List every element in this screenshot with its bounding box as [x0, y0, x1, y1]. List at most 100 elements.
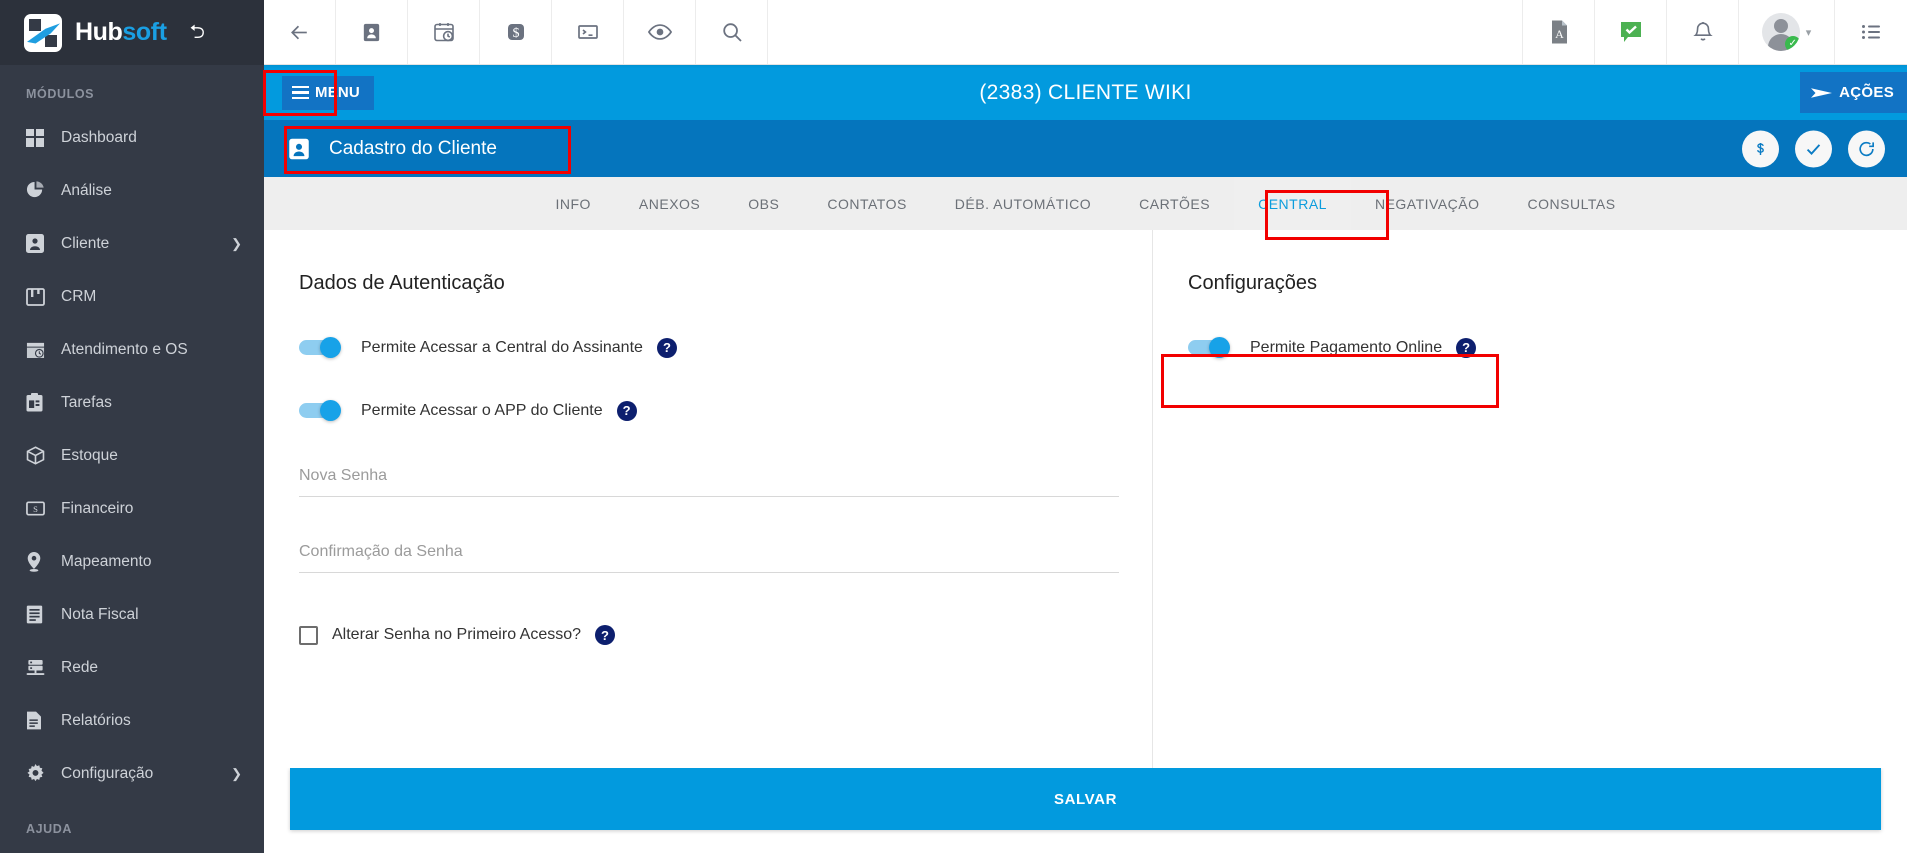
bell-icon[interactable]: [1667, 0, 1739, 64]
checkbox-label-alterar-senha: Alterar Senha no Primeiro Acesso?: [332, 626, 582, 643]
back-arrow-icon[interactable]: [264, 0, 336, 64]
toggle-row-app-cliente[interactable]: Permite Acessar o APP do Cliente ?: [299, 400, 637, 421]
svg-text:S: S: [33, 504, 38, 514]
brand-soft: soft: [122, 18, 167, 46]
toggle-central-assinante[interactable]: [299, 337, 347, 358]
toggle-row-pagamento-online[interactable]: Permite Pagamento Online ?: [1188, 337, 1477, 358]
tab-consultas[interactable]: CONSULTAS: [1504, 177, 1640, 230]
tab-bar: INFO ANEXOS OBS CONTATOS DÉB. AUTOMÁTICO CART…: [264, 177, 1907, 230]
toggle-row-central-assinante[interactable]: Permite Acessar a Central do Assinante ?: [299, 337, 677, 358]
tab-label: NEGATIVAÇÃO: [1374, 195, 1480, 212]
tab-anexos[interactable]: ANEXOS: [615, 177, 724, 230]
new-password-field[interactable]: [299, 467, 1119, 497]
toggle-label-pagamento-online: Permite Pagamento Online: [1250, 338, 1443, 356]
sidebar-item-nota-fiscal[interactable]: Nota Fiscal: [0, 588, 264, 641]
sidebar-item-label: Atendimento e OS: [61, 340, 188, 358]
sidebar-item-atendimento-e-os[interactable]: Atendimento e OS: [0, 323, 264, 376]
tab-label: CONSULTAS: [1527, 195, 1616, 212]
sidebar-item-tarefas[interactable]: Tarefas: [0, 376, 264, 429]
chevron-right-icon: ❯: [231, 235, 242, 251]
auth-panel-title: Dados de Autenticação: [299, 272, 505, 294]
help-icon-app-cliente[interactable]: ?: [616, 400, 637, 421]
sidebar-item-relat-rios[interactable]: Relatórios: [0, 694, 264, 747]
save-button[interactable]: SALVAR: [290, 768, 1881, 830]
svg-text:$: $: [512, 26, 519, 41]
tab-label: CARTÕES: [1139, 195, 1211, 212]
server-icon: [26, 659, 52, 676]
sidebar-item-label: Estoque: [61, 446, 118, 464]
brand-hub: Hub: [75, 18, 123, 46]
confirm-password-field[interactable]: [299, 543, 1119, 573]
chevron-down-icon: ▾: [1805, 26, 1812, 39]
tab-negativa-o[interactable]: NEGATIVAÇÃO: [1351, 177, 1504, 230]
confirm-button[interactable]: [1795, 130, 1832, 167]
tab-info[interactable]: INFO: [531, 177, 614, 230]
pdf-file-icon[interactable]: A: [1523, 0, 1595, 64]
tab-central[interactable]: CENTRAL: [1234, 177, 1351, 230]
sidebar-item-estoque[interactable]: Estoque: [0, 429, 264, 482]
tab-obs[interactable]: OBS: [724, 177, 803, 230]
new-password-input[interactable]: [299, 467, 1119, 485]
auth-panel: Dados de Autenticação Permite Acessar a …: [264, 230, 1152, 768]
refresh-button[interactable]: [1848, 130, 1885, 167]
sidebar-item-label: CRM: [61, 287, 97, 305]
actions-button-label: AÇÕES: [1839, 84, 1894, 101]
brand-wordmark: Hubsoft: [75, 18, 167, 47]
record-action-buttons: [1742, 130, 1885, 167]
help-icon-alterar-senha[interactable]: ?: [595, 625, 616, 645]
terminal-icon[interactable]: [552, 0, 624, 64]
tab-d-b-autom-tico[interactable]: DÉB. AUTOMÁTICO: [931, 177, 1115, 230]
eye-icon[interactable]: [624, 0, 696, 64]
help-icon-pagamento-online[interactable]: ?: [1456, 337, 1477, 358]
calendar-clock-icon[interactable]: [408, 0, 480, 64]
sidebar-section-help: AJUDA: [26, 822, 73, 836]
user-card-icon[interactable]: [336, 0, 408, 64]
dollar-square-icon[interactable]: $: [480, 0, 552, 64]
record-subheader: Cadastro do Cliente: [264, 120, 1907, 177]
toggle-label-app-cliente: Permite Acessar o APP do Cliente: [361, 401, 603, 419]
sidebar-item-cliente[interactable]: Cliente ❯: [0, 217, 264, 270]
money-bill-icon: S: [26, 501, 52, 516]
clipboard-icon: [26, 393, 52, 412]
tab-content-central: Dados de Autenticação Permite Acessar a …: [264, 230, 1907, 768]
user-card-icon: [289, 138, 309, 159]
grid-icon: [26, 128, 52, 147]
help-icon-central-assinante[interactable]: ?: [656, 337, 677, 358]
box-icon: [26, 446, 52, 465]
page-titlebar: MENU (2383) CLIENTE WIKI AÇÕES: [264, 65, 1907, 120]
save-button-label: SALVAR: [1053, 790, 1118, 808]
checkbox-row-alterar-senha[interactable]: Alterar Senha no Primeiro Acesso? ?: [299, 625, 1117, 645]
search-icon[interactable]: [696, 0, 768, 64]
user-card-icon: [26, 234, 52, 253]
list-menu-icon[interactable]: [1835, 0, 1907, 64]
page-title: (2383) CLIENTE WIKI: [979, 80, 1192, 104]
chevron-right-icon: ❯: [231, 765, 242, 781]
sidebar-item-configura-o[interactable]: Configuração ❯: [0, 747, 264, 800]
menu-button[interactable]: MENU: [282, 75, 374, 110]
confirm-password-input[interactable]: [299, 543, 1119, 561]
hamburger-icon: [292, 85, 309, 100]
toggle-pagamento-online[interactable]: [1188, 337, 1236, 358]
tab-cart-es[interactable]: CARTÕES: [1115, 177, 1234, 230]
avatar-menu[interactable]: ✓ ▾: [1739, 0, 1835, 64]
sidebar-item-label: Cliente: [61, 234, 110, 252]
sidebar-item-rede[interactable]: Rede: [0, 641, 264, 694]
checkbox-alterar-senha[interactable]: [299, 625, 318, 645]
green-check-chat-icon[interactable]: [1595, 0, 1667, 64]
sidebar-item-an-lise[interactable]: Análise: [0, 164, 264, 217]
sidebar-item-crm[interactable]: CRM: [0, 270, 264, 323]
sidebar-item-mapeamento[interactable]: Mapeamento: [0, 535, 264, 588]
sidebar-item-label: Nota Fiscal: [61, 605, 139, 623]
tab-contatos[interactable]: CONTATOS: [803, 177, 930, 230]
sidebar-collapse-icon[interactable]: ⮌: [190, 23, 205, 42]
send-icon: [1811, 87, 1833, 98]
toggle-app-cliente[interactable]: [299, 400, 347, 421]
sidebar-item-dashboard[interactable]: Dashboard: [0, 111, 264, 164]
sidebar-item-financeiro[interactable]: S Financeiro: [0, 482, 264, 535]
toggle-label-central-assinante: Permite Acessar a Central do Assinante: [361, 338, 643, 356]
brand-header: Hubsoft ⮌: [0, 0, 264, 65]
toolbar-right-group: A ✓ ▾: [1523, 0, 1907, 64]
actions-button[interactable]: AÇÕES: [1800, 72, 1907, 113]
tab-label: INFO: [555, 195, 591, 212]
billing-button[interactable]: [1742, 130, 1779, 167]
